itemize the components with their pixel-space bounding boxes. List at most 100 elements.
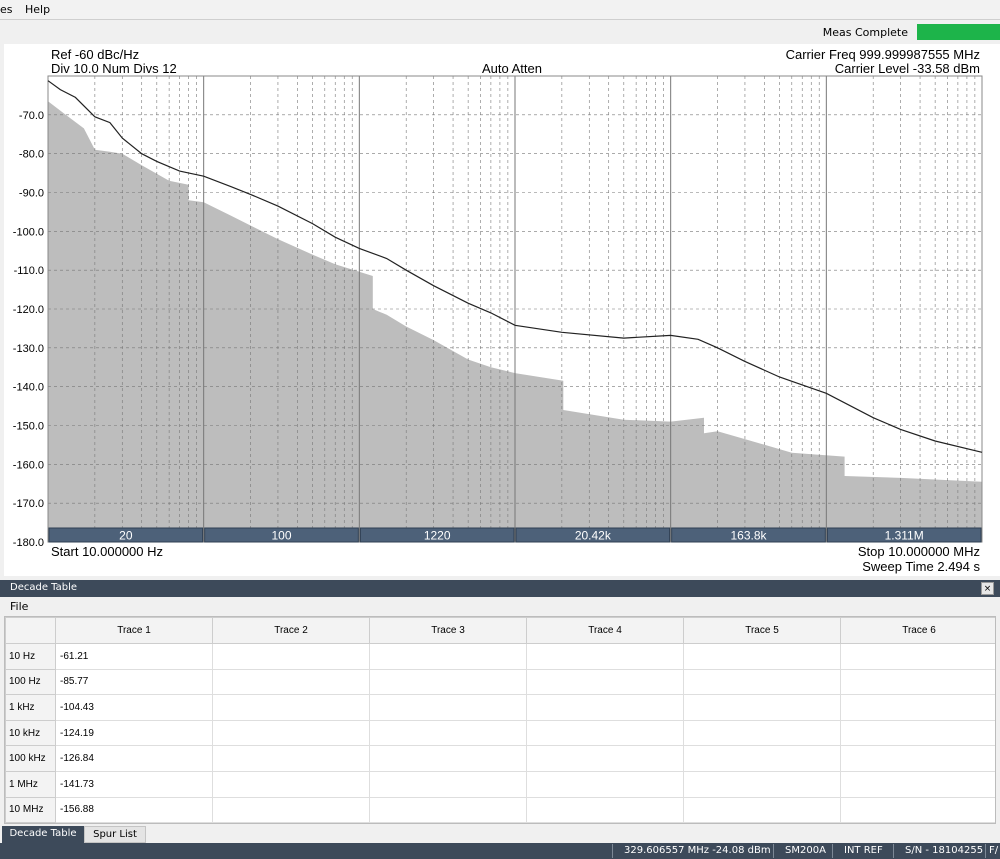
column-header[interactable]: Trace 2 [212, 617, 370, 644]
y-tick-label: -140.0 [13, 382, 44, 394]
table-cell[interactable] [212, 643, 370, 670]
close-icon[interactable]: × [981, 582, 994, 595]
row-label: 1 kHz [5, 694, 56, 721]
menu-item-preferences[interactable]: es [0, 3, 13, 16]
decade-table-titlebar: Decade Table × [0, 580, 1000, 597]
table-cell[interactable] [526, 668, 684, 696]
table-header-row: Trace 1 Trace 2 Trace 3 Trace 4 Trace 5 … [5, 617, 995, 644]
table-cell[interactable]: -104.43 [55, 694, 213, 721]
table-cell[interactable] [212, 694, 370, 721]
table-cell[interactable] [683, 643, 841, 670]
meas-complete-label: Meas Complete [822, 26, 908, 39]
table-cell[interactable] [526, 745, 684, 772]
table-cell[interactable] [840, 719, 995, 747]
table-cell[interactable]: -141.73 [55, 770, 213, 798]
table-cell[interactable] [683, 796, 841, 823]
status-separator [985, 844, 986, 858]
table-cell[interactable] [840, 796, 995, 823]
table-cell[interactable] [212, 796, 370, 823]
table-cell[interactable]: -124.19 [55, 719, 213, 747]
table-cell[interactable] [683, 719, 841, 747]
row-label: 10 kHz [5, 719, 56, 747]
menu-item-help[interactable]: Help [25, 3, 50, 16]
table-cell[interactable] [526, 796, 684, 823]
table-cell[interactable] [840, 668, 995, 696]
status-serial: S/N - 18104255 [905, 845, 984, 856]
y-tick-label: -80.0 [19, 149, 44, 161]
table-cell[interactable] [840, 694, 995, 721]
decade-label: 100 [271, 529, 291, 543]
row-label: 1 MHz [5, 770, 56, 798]
decade-table-container: Trace 1 Trace 2 Trace 3 Trace 4 Trace 5 … [4, 616, 996, 824]
phase-noise-chart[interactable]: -70.0 -80.0 -90.0 -100.0 -110.0 -120.0 -130.0 -… [4, 44, 1000, 576]
column-header[interactable]: Trace 5 [683, 617, 841, 644]
status-ref: INT REF [844, 845, 883, 856]
sweep-time-label: Sweep Time 2.494 s [862, 559, 980, 574]
table-cell[interactable]: -85.77 [55, 668, 213, 696]
row-label: 100 kHz [5, 745, 56, 772]
y-tick-label: -130.0 [13, 343, 44, 355]
table-cell[interactable] [212, 668, 370, 696]
status-separator [773, 844, 774, 858]
row-label: 100 Hz [5, 668, 56, 696]
table-cell[interactable] [369, 796, 527, 823]
menu-bar: es Help [0, 0, 1000, 20]
row-label: 10 MHz [5, 796, 56, 823]
decade-label: 1220 [424, 529, 451, 543]
app-window: es Help Meas Complete Ref -60 dBc/Hz Div… [0, 0, 1000, 859]
table-cell[interactable] [212, 719, 370, 747]
measurement-status-row: Meas Complete [0, 20, 1000, 44]
status-bar: 329.606557 MHz -24.08 dBm SM200A INT REF… [0, 843, 1000, 859]
y-tick-label: -100.0 [13, 226, 44, 238]
status-extra: F/ [989, 845, 999, 856]
column-header[interactable]: Trace 6 [840, 617, 995, 644]
table-row: 10 Hz -61.21 [5, 643, 995, 670]
table-row: 100 kHz -126.84 [5, 745, 995, 772]
table-cell[interactable] [683, 694, 841, 721]
table-cell[interactable] [369, 745, 527, 772]
table-cell[interactable] [369, 770, 527, 798]
decade-table-menu: File [0, 597, 1000, 616]
table-row: 1 kHz -104.43 [5, 694, 995, 721]
table-cell[interactable] [526, 694, 684, 721]
table-cell[interactable] [369, 694, 527, 721]
menu-item-file[interactable]: File [10, 600, 28, 613]
table-cell[interactable] [840, 770, 995, 798]
table-cell[interactable] [840, 745, 995, 772]
table-cell[interactable] [683, 745, 841, 772]
tab-spur-list[interactable]: Spur List [84, 826, 146, 843]
table-row: 10 MHz -156.88 [5, 796, 995, 823]
decade-label: 20.42k [575, 529, 612, 543]
table-cell[interactable] [683, 668, 841, 696]
table-cell[interactable] [526, 643, 684, 670]
decade-table: Trace 1 Trace 2 Trace 3 Trace 4 Trace 5 … [5, 617, 995, 823]
table-cell[interactable] [212, 745, 370, 772]
column-header[interactable]: Trace 4 [526, 617, 684, 644]
y-tick-label: -70.0 [19, 110, 44, 122]
decade-label: 1.311M [885, 529, 924, 543]
table-cell[interactable] [369, 668, 527, 696]
status-separator [612, 844, 613, 858]
phase-noise-plot-panel: Ref -60 dBc/Hz Div 10.0 Num Divs 12 Auto… [4, 44, 1000, 576]
y-tick-label: -160.0 [13, 459, 44, 471]
table-cell[interactable] [526, 719, 684, 747]
table-cell[interactable]: -61.21 [55, 643, 213, 670]
table-cell[interactable] [369, 643, 527, 670]
y-tick-label: -120.0 [13, 304, 44, 316]
decade-label: 20 [119, 529, 133, 543]
stop-freq-label: Stop 10.000000 MHz [857, 544, 980, 559]
y-tick-label: -180.0 [13, 537, 44, 549]
table-cell[interactable] [369, 719, 527, 747]
table-cell[interactable] [212, 770, 370, 798]
column-header[interactable]: Trace 1 [55, 617, 213, 644]
table-cell[interactable] [840, 643, 995, 670]
table-cell[interactable] [683, 770, 841, 798]
tab-decade-table[interactable]: Decade Table [2, 826, 84, 843]
column-header[interactable]: Trace 3 [369, 617, 527, 644]
table-row: 100 Hz -85.77 [5, 668, 995, 696]
table-cell[interactable]: -156.88 [55, 796, 213, 823]
y-tick-label: -150.0 [13, 421, 44, 433]
decade-table-title: Decade Table [10, 582, 78, 593]
table-cell[interactable]: -126.84 [55, 745, 213, 772]
table-cell[interactable] [526, 770, 684, 798]
